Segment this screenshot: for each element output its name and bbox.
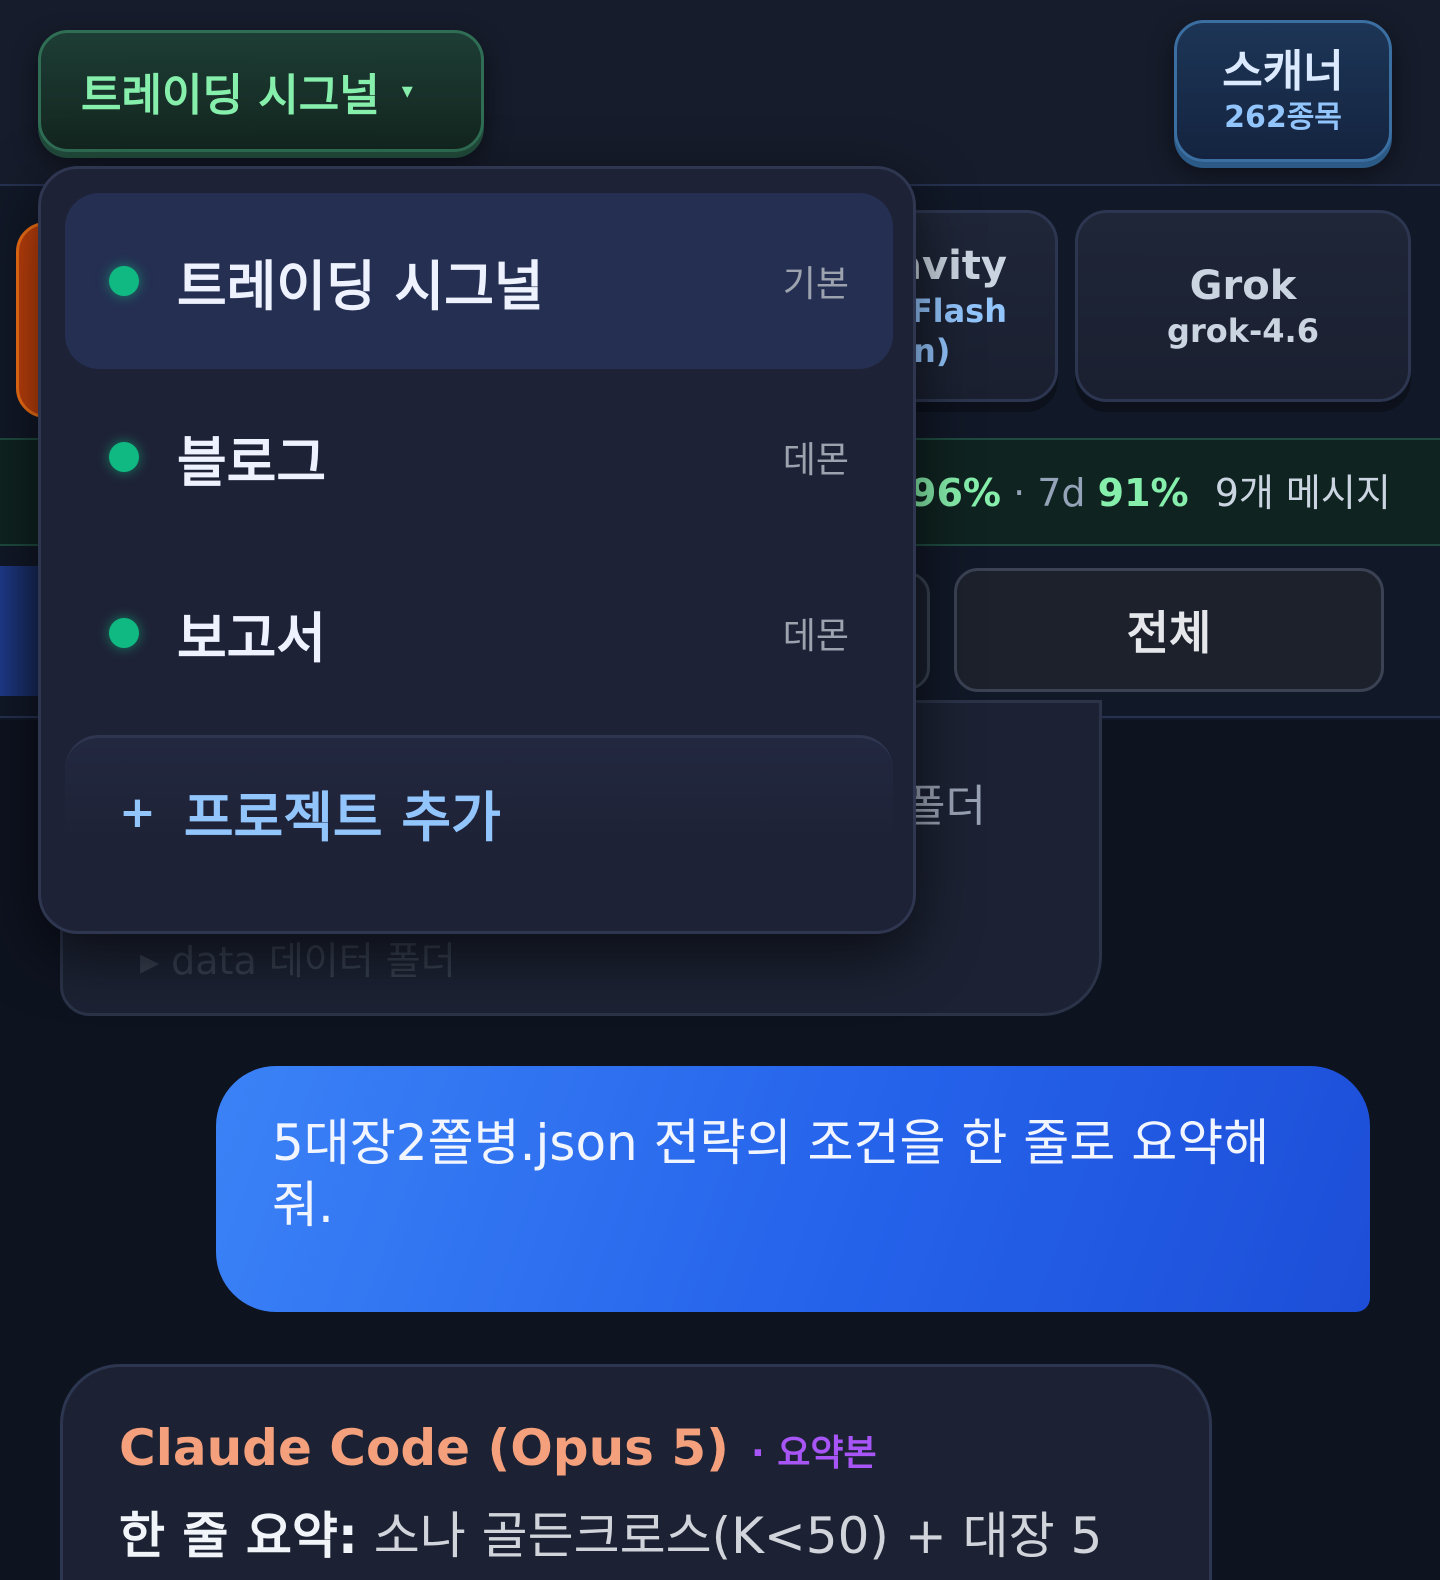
project-item-badge: 데몬 xyxy=(782,616,849,657)
status-dot-icon xyxy=(109,266,139,296)
stats-text: 96% · 7d 91% 9개 메시지 xyxy=(910,466,1391,520)
folder-text: 폴더 xyxy=(905,781,986,832)
assistant-header: Claude Code (Opus 5) · 요약본 xyxy=(119,1419,1209,1477)
project-selector-button[interactable]: 트레이딩 시그널 ▾ xyxy=(38,30,484,152)
project-item-badge: 데몬 xyxy=(782,440,849,481)
summary-text: 소나 골든크로스(K<50) + 대장 5 xyxy=(373,1507,1103,1565)
chevron-down-icon: ▾ xyxy=(401,78,413,104)
project-item-label: 보고서 xyxy=(177,606,327,670)
user-message-bubble: 5대장2쫄병.json 전략의 조건을 한 줄로 요약해줘. xyxy=(216,1066,1370,1312)
model-version: grok-4.6 xyxy=(1167,312,1319,350)
stat-separator: · xyxy=(1013,471,1026,515)
stat-rate: 96% xyxy=(910,471,1001,515)
project-selector-label: 트레이딩 시그널 xyxy=(81,70,380,121)
project-item-label: 블로그 xyxy=(177,430,327,494)
project-item-report[interactable]: 보고서 데몬 xyxy=(65,545,893,721)
add-project-label: 프로젝트 추가 xyxy=(183,786,501,849)
plus-icon: + xyxy=(119,787,156,838)
project-item-label: 트레이딩 시그널 xyxy=(177,254,544,318)
assistant-model-name: Claude Code (Opus 5) xyxy=(119,1419,729,1477)
project-item-badge: 기본 xyxy=(782,264,849,305)
user-message-text: 5대장2쫄병.json 전략의 조건을 한 줄로 요약해줘. xyxy=(272,1114,1270,1234)
assistant-message-text: 한 줄 요약: 소나 골든크로스(K<50) + 대장 5 xyxy=(119,1505,1209,1567)
stat-7d-rate: 91% xyxy=(1097,471,1189,515)
scanner-title: 스캐너 xyxy=(1222,46,1344,97)
model-name: Grok xyxy=(1189,263,1297,309)
message-count: 9개 메시지 xyxy=(1214,471,1391,515)
project-dropdown-menu: 트레이딩 시그널 기본 블로그 데몬 보고서 데몬 + 프로젝트 추가 xyxy=(38,166,916,934)
folder-line: ▸ data 데이터 폴더 xyxy=(140,939,456,983)
add-project-button[interactable]: + 프로젝트 추가 xyxy=(119,773,501,852)
filter-all-button[interactable]: 전체 xyxy=(954,568,1384,692)
status-dot-icon xyxy=(109,442,139,472)
scanner-count: 262종목 xyxy=(1224,100,1342,135)
model-card-grok[interactable]: Grok grok-4.6 xyxy=(1075,210,1411,402)
summary-tag: · 요약본 xyxy=(751,1433,877,1474)
model-version-suffix: n) xyxy=(913,332,951,370)
project-item-trading[interactable]: 트레이딩 시그널 기본 xyxy=(65,193,893,369)
summary-label: 한 줄 요약: xyxy=(119,1507,358,1565)
scanner-button[interactable]: 스캐너 262종목 xyxy=(1174,20,1392,162)
project-item-blog[interactable]: 블로그 데몬 xyxy=(65,369,893,545)
stat-7d-label: 7d xyxy=(1037,471,1086,515)
status-dot-icon xyxy=(109,618,139,648)
assistant-message-card: Claude Code (Opus 5) · 요약본 한 줄 요약: 소나 골든… xyxy=(60,1364,1212,1580)
